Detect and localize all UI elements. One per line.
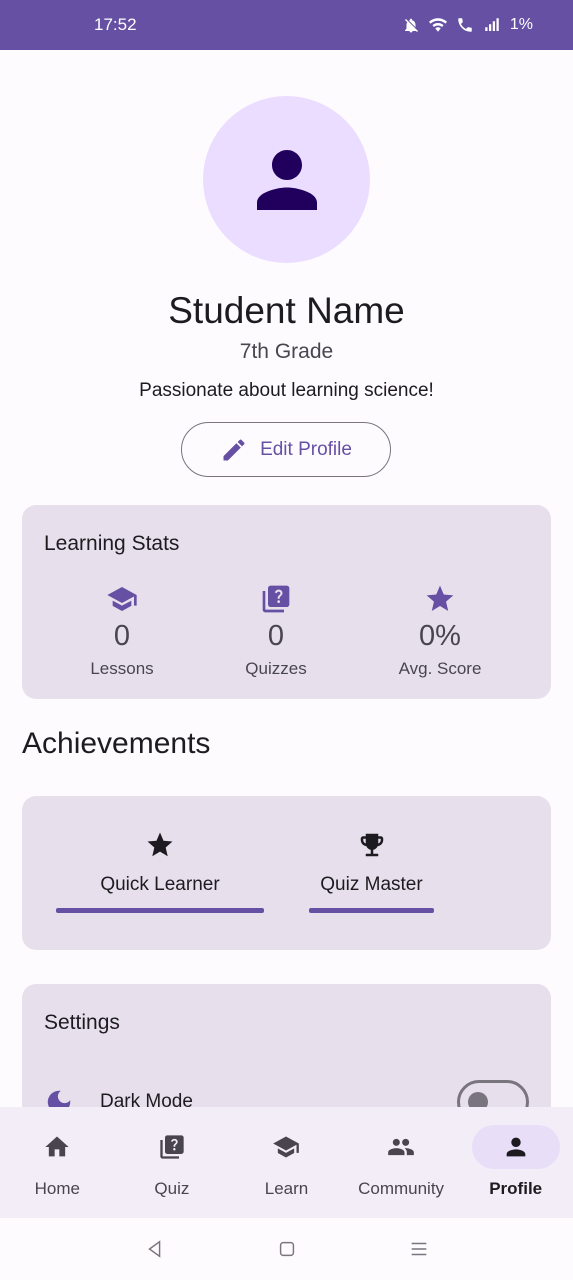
achievements-title: Achievements xyxy=(22,727,211,760)
achievement-quick-learner[interactable]: Quick Learner xyxy=(56,830,264,913)
wifi-icon xyxy=(428,18,447,32)
nav-label: Community xyxy=(358,1179,445,1198)
status-bar: 17:52 1% xyxy=(0,0,573,50)
nav-profile[interactable]: Profile xyxy=(458,1107,573,1218)
nav-label: Profile xyxy=(489,1179,543,1198)
nav-indicator xyxy=(13,1125,101,1169)
school-icon xyxy=(273,1136,300,1158)
achievement-label: Quiz Master xyxy=(320,874,423,895)
stat-label: Avg. Score xyxy=(398,659,482,678)
status-time: 17:52 xyxy=(94,15,137,34)
stat-lessons: 0 Lessons xyxy=(52,583,192,679)
school-icon xyxy=(107,587,137,611)
nav-label: Learn xyxy=(264,1179,309,1198)
nav-label: Quiz xyxy=(154,1179,190,1198)
stat-label: Lessons xyxy=(90,659,154,678)
learning-stats-card: Learning Stats 0 Lessons 0 Quizzes 0% Av… xyxy=(22,505,551,699)
stat-avg-score: 0% Avg. Score xyxy=(370,583,510,679)
nav-label: Home xyxy=(34,1179,80,1198)
settings-title: Settings xyxy=(44,1011,120,1034)
stat-value: 0% xyxy=(419,620,461,652)
back-icon[interactable] xyxy=(144,1238,166,1260)
nav-learn[interactable]: Learn xyxy=(229,1107,344,1218)
achievement-label: Quick Learner xyxy=(100,874,220,895)
system-navigation xyxy=(0,1218,573,1280)
nav-quiz[interactable]: Quiz xyxy=(115,1107,230,1218)
nav-home[interactable]: Home xyxy=(0,1107,115,1218)
achievements-card: Quick Learner Quiz Master xyxy=(22,796,551,950)
quiz-icon xyxy=(160,1135,184,1159)
home-icon xyxy=(45,1136,69,1157)
notifications-off-icon xyxy=(404,18,418,33)
nav-indicator xyxy=(357,1125,445,1169)
avatar xyxy=(203,96,370,263)
status-icons: 1% xyxy=(402,16,533,34)
trophy-icon xyxy=(360,833,383,857)
learning-stats-title: Learning Stats xyxy=(44,532,180,555)
achievement-progress-bar xyxy=(56,908,264,913)
person-icon xyxy=(256,149,317,210)
profile-grade: 7th Grade xyxy=(239,340,334,363)
nav-indicator xyxy=(471,1125,560,1169)
signal-icon xyxy=(485,18,499,31)
star-icon xyxy=(147,832,173,857)
edit-profile-label: Edit Profile xyxy=(260,438,352,460)
profile-bio: Passionate about learning science! xyxy=(139,380,434,401)
nav-indicator xyxy=(242,1125,330,1169)
stat-value: 0 xyxy=(267,620,285,652)
edit-profile-button[interactable]: Edit Profile xyxy=(181,422,391,477)
stat-quizzes: 0 Quizzes xyxy=(206,583,346,679)
call-icon xyxy=(458,18,472,32)
bottom-navigation: Home Quiz Learn Community Profile xyxy=(0,1107,573,1218)
menu-icon[interactable] xyxy=(408,1238,430,1260)
achievement-quiz-master[interactable]: Quiz Master xyxy=(309,830,434,913)
people-icon xyxy=(388,1138,414,1156)
star-icon xyxy=(426,585,454,611)
stat-value: 0 xyxy=(113,620,131,652)
profile-name: Student Name xyxy=(168,290,405,331)
stat-label: Quizzes xyxy=(245,659,307,678)
edit-icon xyxy=(223,439,245,460)
home-square-icon[interactable] xyxy=(276,1238,298,1260)
nav-indicator xyxy=(128,1125,216,1169)
person-icon xyxy=(506,1137,526,1157)
quiz-icon xyxy=(262,585,290,613)
nav-community[interactable]: Community xyxy=(344,1107,459,1218)
achievement-progress-bar xyxy=(309,908,434,913)
battery-percent: 1% xyxy=(509,16,533,33)
